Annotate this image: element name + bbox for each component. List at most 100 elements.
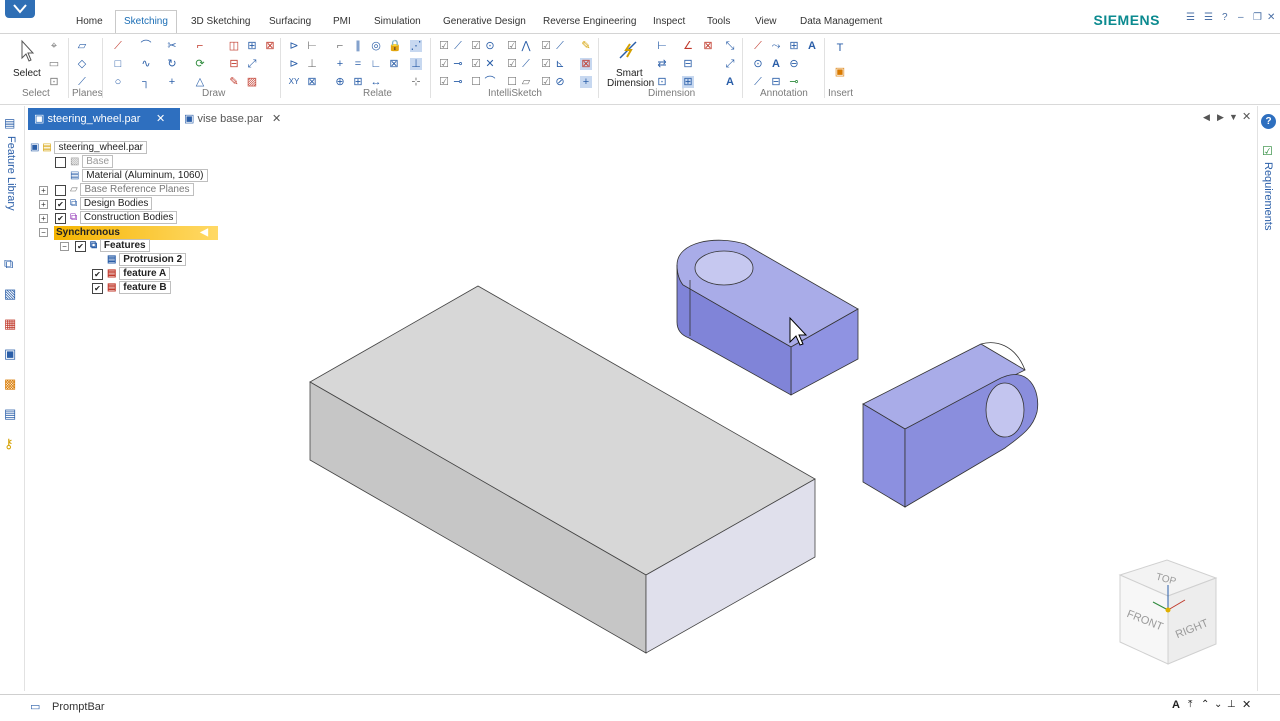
- midpoint-icon[interactable]: ⋀: [520, 40, 532, 52]
- pathfinder-icon[interactable]: ▤: [4, 116, 20, 130]
- offset-icon[interactable]: ↻: [166, 58, 178, 70]
- pencil-icon[interactable]: ✎: [228, 76, 240, 88]
- perpendicular-icon[interactable]: ⊥: [306, 58, 318, 70]
- align-icon[interactable]: ⊕: [334, 76, 346, 88]
- text-icon[interactable]: A: [806, 40, 818, 52]
- endpoint-icon[interactable]: ⟋: [452, 40, 464, 52]
- dimension-text-icon[interactable]: A: [724, 76, 736, 88]
- tree-item-feature-b[interactable]: ▤ feature B: [107, 281, 171, 295]
- select-tool-icon[interactable]: ⊡: [48, 76, 60, 88]
- expand-icon[interactable]: +: [39, 186, 48, 195]
- tab-inspect[interactable]: Inspect: [651, 16, 687, 34]
- tree-item-material[interactable]: ▤ Material (Aluminum, 1060): [70, 169, 208, 183]
- plane-icon[interactable]: ▱: [76, 40, 88, 52]
- tree-item-base-ref-planes[interactable]: ▱ Base Reference Planes: [70, 183, 194, 197]
- intellisketch-check-icon[interactable]: ☑: [470, 40, 482, 52]
- feature-library-tab[interactable]: Feature Library: [5, 136, 17, 211]
- collinear-icon[interactable]: ⊠: [388, 58, 400, 70]
- mirror-icon[interactable]: △: [194, 76, 206, 88]
- select-button-label[interactable]: Select: [13, 68, 41, 79]
- requirements-icon[interactable]: ☑: [1262, 144, 1273, 158]
- tab-list-icon[interactable]: ▼: [1229, 112, 1238, 122]
- tab-surfacing[interactable]: Surfacing: [267, 16, 313, 34]
- auto-dimension-icon[interactable]: ⤡: [724, 40, 736, 52]
- silhouette-icon[interactable]: ⟋: [520, 58, 532, 70]
- coincident-icon[interactable]: ⌐: [334, 40, 346, 52]
- collapse-down-icon[interactable]: ⌄: [1214, 699, 1222, 710]
- connect-icon[interactable]: ⊳: [288, 40, 300, 52]
- expand-icon[interactable]: +: [39, 214, 48, 223]
- close-icon[interactable]: ✕: [1267, 12, 1275, 23]
- tab-view[interactable]: View: [753, 16, 779, 34]
- feature-a-body[interactable]: [676, 239, 859, 396]
- select-filter-icon[interactable]: ⌖: [48, 40, 60, 52]
- minimize-icon[interactable]: –: [1238, 12, 1244, 23]
- intellisketch-check-icon[interactable]: ☑: [540, 58, 552, 70]
- assembly-icon[interactable]: ⧉: [4, 256, 13, 272]
- feature-b-body[interactable]: [862, 342, 1039, 508]
- help-circle-icon[interactable]: ?: [1261, 114, 1276, 129]
- dimension-style-icon[interactable]: ⊡: [656, 76, 668, 88]
- feature-b-checkbox[interactable]: ✔: [92, 283, 103, 294]
- maintain-relationships-icon[interactable]: ⋰: [410, 40, 422, 52]
- rigid-icon[interactable]: 🔒: [388, 40, 402, 52]
- extend-icon[interactable]: ⤢: [246, 58, 258, 70]
- close-tab-icon[interactable]: ✕: [272, 108, 281, 130]
- tangent-snap-icon[interactable]: ⟋: [554, 40, 566, 52]
- insert-image-icon[interactable]: ▣: [834, 66, 846, 78]
- tab-data-management[interactable]: Data Management: [798, 16, 884, 34]
- font-size-icon[interactable]: A: [1172, 699, 1180, 711]
- view-icon[interactable]: ▣: [4, 346, 16, 362]
- tab-scroll-right-icon[interactable]: ▶: [1217, 112, 1224, 123]
- tab-pmi[interactable]: PMI: [331, 16, 353, 34]
- requirements-tab[interactable]: Requirements: [1262, 162, 1274, 230]
- insert-text-icon[interactable]: T: [834, 42, 846, 54]
- tree-item-construction-bodies[interactable]: ⧉ Construction Bodies: [70, 211, 178, 225]
- relationship-handles-icon[interactable]: ⊥: [410, 58, 422, 70]
- feature-a-checkbox[interactable]: ✔: [92, 269, 103, 280]
- collapse-icon[interactable]: −: [60, 242, 69, 251]
- doc-tab-steering-wheel[interactable]: ▣ steering_wheel.par ✕: [28, 108, 180, 130]
- tree-item-design-bodies[interactable]: ⧉ Design Bodies: [70, 197, 153, 211]
- arc-icon[interactable]: ⌒: [140, 40, 152, 52]
- base-ref-planes-checkbox[interactable]: [55, 185, 66, 196]
- curve-icon[interactable]: ∿: [140, 58, 152, 70]
- concentric-icon[interactable]: ◎: [370, 40, 382, 52]
- tab-tools[interactable]: Tools: [705, 16, 732, 34]
- tree-item-base[interactable]: ▧ Base: [70, 155, 114, 169]
- intellisketch-check-icon[interactable]: ☑: [438, 58, 450, 70]
- chamfer-dimension-icon[interactable]: ⊟: [682, 58, 694, 70]
- expand-icon[interactable]: +: [39, 200, 48, 209]
- weld-symbol-icon[interactable]: ⊙: [752, 58, 764, 70]
- base-checkbox[interactable]: [55, 157, 66, 168]
- doc-tab-vise-base[interactable]: ▣ vise base.par ✕: [178, 108, 296, 130]
- intersection-icon[interactable]: ✕: [484, 58, 496, 70]
- appearance-icon[interactable]: ▩: [4, 376, 16, 392]
- plane-offset-icon[interactable]: ◇: [76, 58, 88, 70]
- scale-icon[interactable]: ↔: [370, 76, 382, 88]
- tree-root[interactable]: ▣ ▤ steering_wheel.par: [30, 141, 147, 155]
- intellisketch-check-icon[interactable]: ☐: [506, 76, 518, 88]
- close-all-icon[interactable]: ✕: [1242, 110, 1251, 123]
- variables-icon[interactable]: ▤: [4, 406, 16, 422]
- fillet-icon[interactable]: ⌐: [194, 40, 206, 52]
- tab-reverse-engineering[interactable]: Reverse Engineering: [541, 16, 638, 34]
- callout-icon[interactable]: ⊞: [788, 40, 800, 52]
- balloon-icon[interactable]: ⤳: [770, 40, 782, 52]
- split-icon[interactable]: ⊟: [228, 58, 240, 70]
- dimension-axis-icon[interactable]: ⤢: [724, 58, 736, 70]
- application-menu-button[interactable]: [5, 0, 35, 18]
- edge-condition-icon[interactable]: A: [770, 58, 782, 70]
- layout-icon[interactable]: ☰: [1204, 12, 1213, 23]
- perpendicular-snap-icon[interactable]: ⊾: [554, 58, 566, 70]
- intellisketch-check-icon[interactable]: ☑: [540, 40, 552, 52]
- dimension-edit-icon[interactable]: ⊞: [682, 76, 694, 88]
- simulation-icon[interactable]: ▦: [4, 316, 16, 332]
- close-tab-icon[interactable]: ✕: [156, 108, 165, 130]
- tree-item-feature-a[interactable]: ▤ feature A: [107, 267, 171, 281]
- hatch-icon[interactable]: ▨: [246, 76, 258, 88]
- grid-icon[interactable]: ⊞: [352, 76, 364, 88]
- tab-sketching[interactable]: Sketching: [115, 10, 177, 34]
- circle-icon[interactable]: ○: [112, 76, 124, 88]
- sketch-view-icon[interactable]: ✎: [580, 40, 592, 52]
